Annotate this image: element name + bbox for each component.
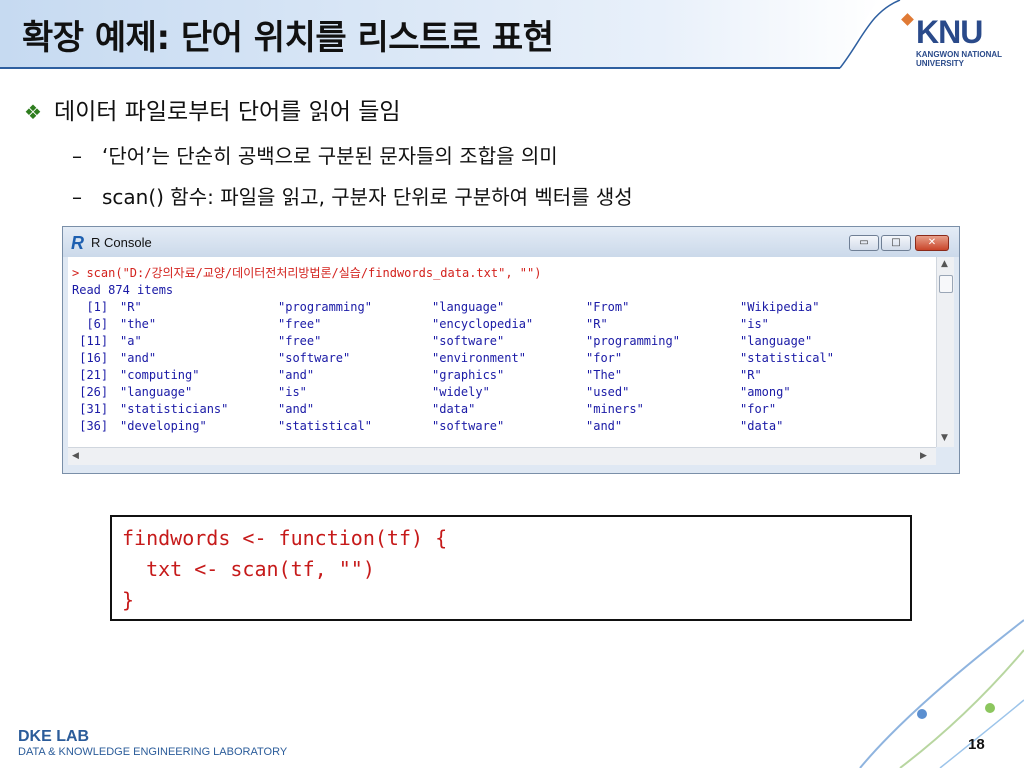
console-title: R Console <box>91 235 152 250</box>
console-row-index: [21] <box>72 368 109 382</box>
console-cell: "widely" <box>432 385 490 399</box>
console-cell: "encyclopedia" <box>432 317 534 331</box>
console-cell: "R" <box>740 368 762 382</box>
code-box: findwords <- function(tf) { txt <- scan(… <box>110 515 912 621</box>
console-cell: "language" <box>432 300 505 314</box>
scroll-down-icon[interactable]: ▼ <box>941 433 948 443</box>
console-read-line: Read 874 items <box>72 283 174 297</box>
r-logo-icon: R <box>71 233 84 253</box>
console-cell: "and" <box>278 402 315 416</box>
console-cell: "R" <box>586 317 608 331</box>
console-row-index: [31] <box>72 402 109 416</box>
dash-icon: – <box>72 185 82 209</box>
minimize-button[interactable]: ▭ <box>849 235 879 251</box>
console-row-index: [1] <box>72 300 109 314</box>
console-cell: "software" <box>278 351 351 365</box>
console-cell: "is" <box>278 385 307 399</box>
bullet-main: ❖ 데이터 파일로부터 단어를 읽어 들임 <box>24 92 401 126</box>
vertical-scrollbar[interactable]: ▲ ▼ <box>936 257 954 447</box>
r-console-window: R R Console ▭ □ ✕ > scan("D:/강의자료/교양/데이터… <box>62 226 960 474</box>
console-cell: "statistical" <box>740 351 834 365</box>
page-number: 18 <box>968 736 985 753</box>
console-cell: "statisticians" <box>120 402 229 416</box>
console-row-index: [6] <box>72 317 109 331</box>
close-button[interactable]: ✕ <box>915 235 949 251</box>
console-cell: "Wikipedia" <box>740 300 820 314</box>
console-cell: "and" <box>278 368 315 382</box>
console-cell: "among" <box>740 385 791 399</box>
sub-bullet-2: – scan() 함수: 파일을 읽고, 구분자 단위로 구분하여 벡터를 생성 <box>72 181 633 210</box>
slide-title: 확장 예제: 단어 위치를 리스트로 표현 <box>22 18 554 58</box>
console-cell: "computing" <box>120 368 200 382</box>
footer-lab: DKE LAB <box>18 728 90 745</box>
console-row-index: [11] <box>72 334 109 348</box>
code-line: findwords <- function(tf) { <box>122 526 448 550</box>
console-cell: "for" <box>586 351 623 365</box>
console-row-index: [36] <box>72 419 109 433</box>
scroll-left-icon[interactable]: ◀ <box>72 451 79 461</box>
maximize-button[interactable]: □ <box>881 235 911 251</box>
console-cell: "is" <box>740 317 769 331</box>
console-cell: "for" <box>740 402 777 416</box>
console-cell: "miners" <box>586 402 644 416</box>
console-cell: "R" <box>120 300 142 314</box>
code-line: } <box>122 588 135 612</box>
console-cell: "developing" <box>120 419 207 433</box>
console-cell: "statistical" <box>278 419 372 433</box>
console-cell: "software" <box>432 334 505 348</box>
footer-lab-full: DATA & KNOWLEDGE ENGINEERING LABORATORY <box>18 746 288 758</box>
console-cell: "programming" <box>586 334 680 348</box>
code-line: txt <- scan(tf, "") <box>122 557 375 581</box>
console-cell: "language" <box>740 334 813 348</box>
console-cell: "graphics" <box>432 368 505 382</box>
sub-bullet-1-text: ‘단어’는 단순히 공백으로 구분된 문자들의 조합을 의미 <box>102 144 558 168</box>
logo-mark-icon <box>901 13 914 26</box>
console-cell: "data" <box>432 402 476 416</box>
console-output[interactable]: > scan("D:/강의자료/교양/데이터전처리방법론/실습/findword… <box>68 257 936 447</box>
dash-icon: – <box>72 144 82 168</box>
scrollbar-thumb[interactable] <box>939 275 953 293</box>
console-cell: "free" <box>278 317 322 331</box>
diamond-bullet-icon: ❖ <box>24 100 42 124</box>
sub-bullet-2-text: scan() 함수: 파일을 읽고, 구분자 단위로 구분하여 벡터를 생성 <box>102 185 633 209</box>
console-cell: "software" <box>432 419 505 433</box>
console-cell: "a" <box>120 334 142 348</box>
console-cell: "the" <box>120 317 157 331</box>
console-cell: "The" <box>586 368 623 382</box>
console-cell: "used" <box>586 385 630 399</box>
sub-bullet-1: – ‘단어’는 단순히 공백으로 구분된 문자들의 조합을 의미 <box>72 140 558 169</box>
logo-subtitle: KANGWON NATIONAL UNIVERSITY <box>916 50 1002 68</box>
console-cell: "language" <box>120 385 193 399</box>
scroll-up-icon[interactable]: ▲ <box>941 259 948 269</box>
console-cell: "free" <box>278 334 322 348</box>
bullet-main-text: 데이터 파일로부터 단어를 읽어 들임 <box>53 99 401 125</box>
console-titlebar[interactable]: R R Console ▭ □ ✕ <box>63 227 959 257</box>
logo-brand: KNU <box>916 14 983 50</box>
console-cell: "From" <box>586 300 630 314</box>
console-cell: "and" <box>586 419 623 433</box>
console-row-index: [26] <box>72 385 109 399</box>
console-cell: "environment" <box>432 351 526 365</box>
console-command: > scan("D:/강의자료/교양/데이터전처리방법론/실습/findword… <box>72 266 542 280</box>
console-cell: "data" <box>740 419 784 433</box>
scroll-right-icon[interactable]: ▶ <box>920 451 927 461</box>
horizontal-scrollbar[interactable]: ◀ ▶ <box>68 447 936 465</box>
console-cell: "programming" <box>278 300 372 314</box>
console-cell: "and" <box>120 351 157 365</box>
console-row-index: [16] <box>72 351 109 365</box>
